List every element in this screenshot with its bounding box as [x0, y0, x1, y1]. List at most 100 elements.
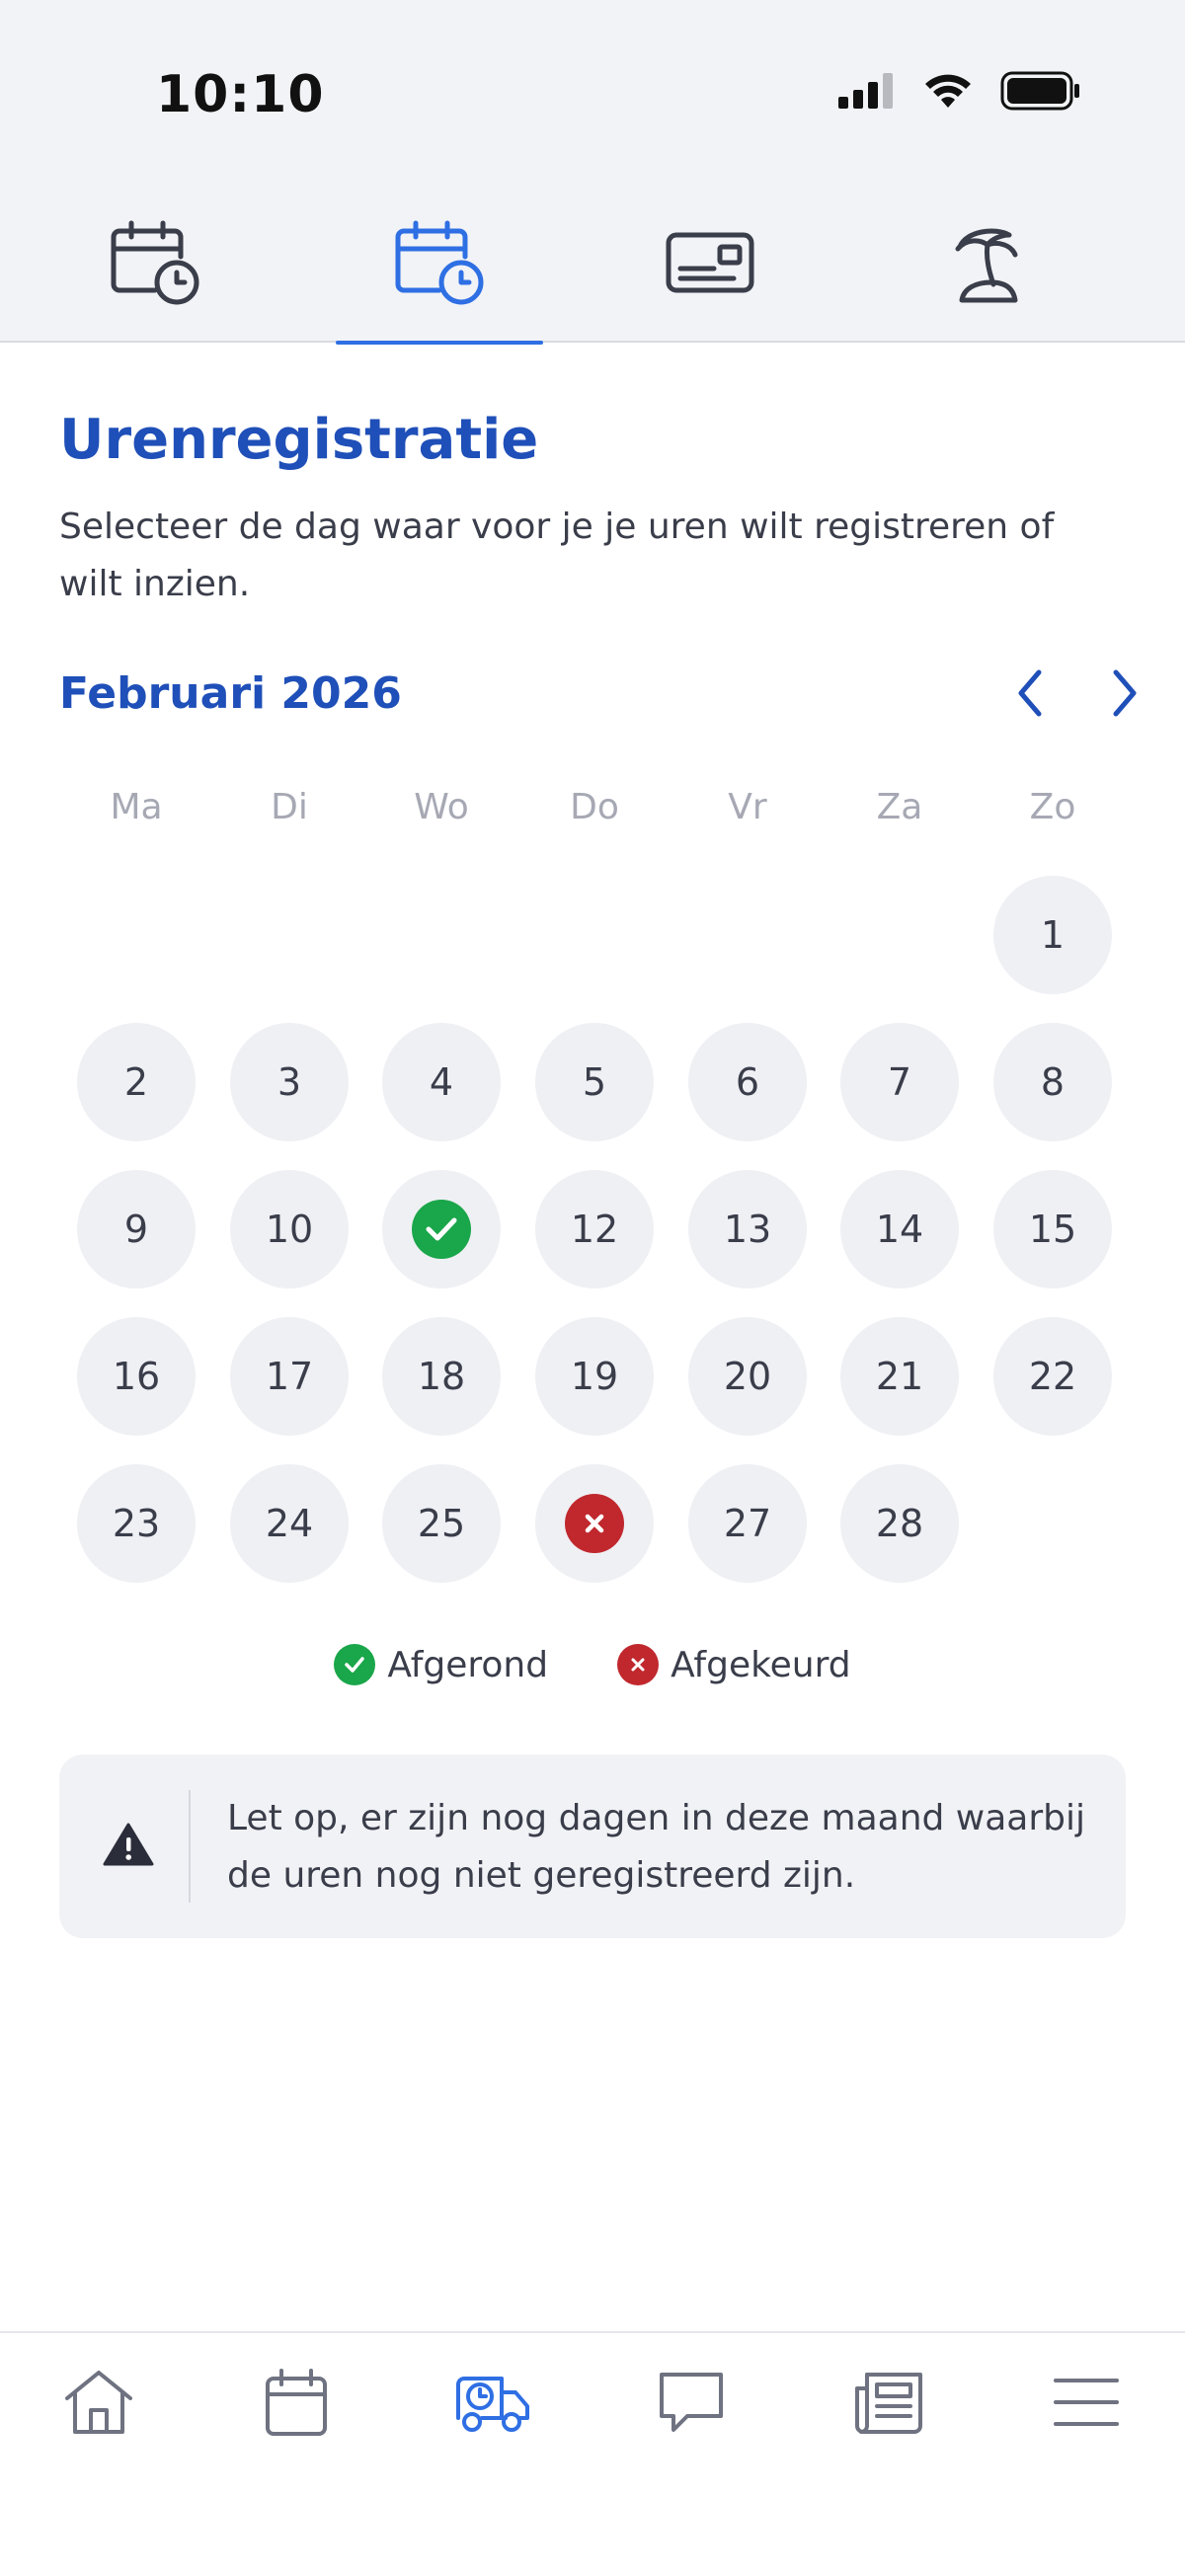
calendar-day[interactable]: 23 [77, 1464, 196, 1583]
tab-calendar-clock-2[interactable] [336, 217, 543, 345]
legend-rejected: Afgekeurd [617, 1644, 851, 1685]
menu-icon [1054, 2379, 1119, 2426]
calendar-icon [266, 2369, 327, 2436]
weekday-label: Zo [1029, 787, 1076, 827]
legend: Afgerond Afgekeurd [59, 1644, 1126, 1685]
day-number: 14 [875, 1208, 924, 1251]
calendar-grid: 1 2 3 4 5 6 7 8 9 10 12 13 14 15 16 17 1… [77, 876, 1150, 1587]
calendar-day[interactable]: 18 [382, 1317, 501, 1436]
day-number: 20 [723, 1355, 772, 1398]
day-number: 7 [887, 1060, 912, 1104]
warning-text: Let op, er zijn nog dagen in deze maand … [227, 1798, 1086, 1896]
cross-icon [565, 1494, 624, 1553]
calendar-day[interactable]: 5 [535, 1023, 654, 1141]
day-number: 1 [1040, 913, 1066, 957]
day-number: 19 [570, 1355, 619, 1398]
status-time: 10:10 [156, 65, 325, 124]
home-icon [65, 2371, 132, 2434]
nav-home[interactable] [49, 2353, 148, 2452]
warning-banner: Let op, er zijn nog dagen in deze maand … [59, 1755, 1126, 1938]
day-number: 27 [723, 1502, 772, 1545]
chevron-left-icon [1018, 669, 1042, 717]
day-number: 4 [429, 1060, 454, 1104]
calendar-day[interactable]: 10 [230, 1170, 349, 1288]
page-title: Urenregistratie [59, 408, 539, 472]
day-number: 9 [123, 1208, 149, 1251]
tab-id-card[interactable] [606, 217, 814, 341]
calendar-day[interactable]: 16 [77, 1317, 196, 1436]
day-number: 22 [1028, 1355, 1077, 1398]
previous-month-button[interactable] [995, 659, 1065, 728]
calendar-day[interactable]: 3 [230, 1023, 349, 1141]
calendar-day[interactable]: 6 [688, 1023, 807, 1141]
weekday-label: Do [570, 787, 619, 827]
chevron-right-icon [1113, 669, 1137, 717]
weekday-label: Wo [414, 787, 469, 827]
month-label: Februari 2026 [59, 668, 402, 719]
status-icons [838, 71, 1081, 111]
calendar-clock-icon [395, 220, 484, 305]
id-card-icon [666, 232, 754, 293]
nav-hours[interactable] [444, 2353, 543, 2452]
calendar-day[interactable]: 12 [535, 1170, 654, 1288]
calendar-day[interactable]: 22 [993, 1317, 1112, 1436]
calendar-day[interactable]: 1 [993, 876, 1112, 994]
calendar-day-completed[interactable] [382, 1170, 501, 1288]
warning-divider [189, 1790, 191, 1903]
top-tab-bar [0, 197, 1185, 345]
check-icon [412, 1200, 471, 1259]
weekday-label: Ma [110, 787, 163, 827]
weekday-label: Vr [728, 787, 767, 827]
warning-icon [103, 1823, 154, 1866]
truck-clock-icon [456, 2377, 529, 2432]
bottom-nav [0, 2331, 1185, 2576]
calendar-day[interactable]: 14 [840, 1170, 959, 1288]
nav-news[interactable] [839, 2353, 938, 2452]
day-number: 3 [276, 1060, 302, 1104]
calendar-day[interactable]: 7 [840, 1023, 959, 1141]
nav-calendar[interactable] [247, 2353, 346, 2452]
day-number: 18 [417, 1355, 466, 1398]
calendar-day[interactable]: 21 [840, 1317, 959, 1436]
calendar-day[interactable]: 27 [688, 1464, 807, 1583]
chat-icon [660, 2373, 723, 2432]
calendar-day[interactable]: 9 [77, 1170, 196, 1288]
calendar-day[interactable]: 20 [688, 1317, 807, 1436]
day-number: 6 [735, 1060, 760, 1104]
calendar-day[interactable]: 24 [230, 1464, 349, 1583]
page-subtitle: Selecteer de dag waar voor je je uren wi… [59, 507, 1055, 604]
nav-chat[interactable] [642, 2353, 741, 2452]
calendar-day[interactable]: 19 [535, 1317, 654, 1436]
day-number: 8 [1040, 1060, 1066, 1104]
day-number: 23 [112, 1502, 161, 1545]
calendar-day[interactable]: 25 [382, 1464, 501, 1583]
newspaper-icon [855, 2373, 922, 2434]
weekday-label: Di [271, 787, 308, 827]
day-number: 28 [875, 1502, 924, 1545]
legend-completed: Afgerond [334, 1644, 548, 1685]
status-bar: 10:10 [0, 0, 1185, 197]
next-month-button[interactable] [1090, 659, 1159, 728]
calendar-day[interactable]: 2 [77, 1023, 196, 1141]
day-number: 25 [417, 1502, 466, 1545]
calendar-day[interactable]: 28 [840, 1464, 959, 1583]
wifi-icon [925, 74, 971, 108]
day-number: 5 [582, 1060, 607, 1104]
calendar-day[interactable]: 4 [382, 1023, 501, 1141]
day-number: 12 [570, 1208, 619, 1251]
cross-icon [617, 1644, 660, 1685]
check-icon [334, 1644, 376, 1685]
nav-menu[interactable] [1037, 2353, 1136, 2452]
calendar-day[interactable]: 8 [993, 1023, 1112, 1141]
day-number: 2 [123, 1060, 149, 1104]
calendar-day[interactable]: 17 [230, 1317, 349, 1436]
calendar-day-rejected[interactable] [535, 1464, 654, 1583]
calendar-day[interactable]: 13 [688, 1170, 807, 1288]
day-number: 17 [265, 1355, 314, 1398]
tab-calendar-clock-1[interactable] [51, 217, 259, 341]
calendar-clock-icon [111, 220, 199, 305]
weekday-label: Za [876, 787, 923, 827]
tab-palm-tree[interactable] [884, 217, 1091, 341]
calendar-day[interactable]: 15 [993, 1170, 1112, 1288]
day-number: 13 [723, 1208, 772, 1251]
